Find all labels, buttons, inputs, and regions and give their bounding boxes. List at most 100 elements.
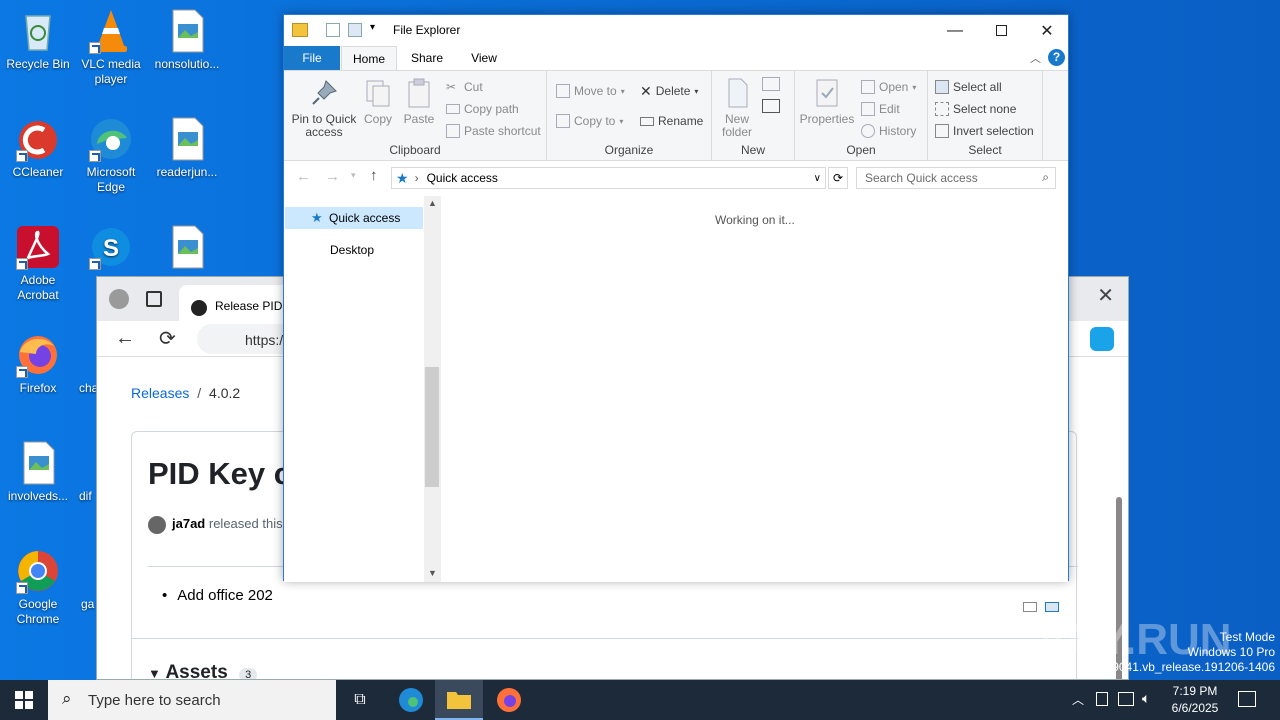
breadcrumb-version: 4.0.2 (209, 385, 241, 401)
start-button[interactable] (0, 680, 48, 720)
copy-button[interactable]: Copy (361, 77, 395, 126)
tab-actions-icon[interactable] (146, 291, 162, 307)
paste-button[interactable]: Paste (401, 77, 437, 126)
edge-desktop-icon[interactable]: Microsoft Edge (73, 116, 149, 195)
releases-link[interactable]: Releases (131, 385, 189, 401)
volume-icon[interactable]: 🔈︎ (1142, 690, 1150, 707)
explorer-folder-icon (292, 23, 308, 37)
tab-home[interactable]: Home (341, 46, 397, 70)
assets-header[interactable]: ▼ Assets 3 (148, 662, 258, 679)
notifications-icon[interactable] (1238, 691, 1256, 707)
address-dropdown-icon[interactable]: ∨ (814, 173, 821, 184)
maximize-button[interactable] (978, 15, 1024, 46)
nav-scrollbar[interactable]: ▲ ▼ (424, 196, 441, 582)
tab-file[interactable]: File (284, 46, 340, 70)
move-to-button[interactable]: Move to ▾ (556, 81, 625, 101)
ccleaner-desktop-icon[interactable]: CCleaner (0, 116, 76, 180)
scroll-down-icon[interactable]: ▼ (428, 568, 437, 578)
close-button[interactable]: ✕ (1024, 15, 1070, 46)
delete-x-icon: ✕ (640, 82, 652, 99)
copy-path-button[interactable]: Copy path (446, 99, 519, 119)
involveds-desktop-icon[interactable]: involveds... (0, 440, 76, 504)
move-to-label: Move to (574, 84, 617, 98)
help-icon[interactable]: ? (1048, 49, 1065, 66)
nav-item-desktop[interactable]: Desktop (285, 239, 423, 261)
tab-view[interactable]: View (458, 46, 510, 70)
select-none-label: Select none (953, 102, 1017, 116)
up-arrow-icon[interactable]: ↑ (370, 167, 378, 184)
readerjun-desktop-icon[interactable]: readerjun... (149, 116, 225, 180)
network-icon[interactable] (1118, 692, 1134, 706)
file-explorer-window[interactable]: ▾ File Explorer — ✕ File Home Share View… (283, 14, 1070, 612)
new-item-icon[interactable] (762, 77, 780, 91)
tab-share[interactable]: Share (401, 46, 453, 70)
device-icon[interactable] (1096, 692, 1108, 706)
qat-new-folder-icon[interactable] (348, 23, 362, 37)
show-hidden-icons-icon[interactable]: ︿ (1072, 691, 1084, 708)
large-icons-view-icon[interactable] (1045, 602, 1059, 612)
invert-selection-button[interactable]: Invert selection (935, 121, 1034, 141)
qat-dropdown-icon[interactable]: ▾ (370, 22, 375, 33)
taskbar-edge-icon[interactable] (387, 680, 435, 720)
select-none-button[interactable]: Select none (935, 99, 1016, 119)
select-all-button[interactable]: Select all (935, 77, 1002, 97)
scroll-up-icon[interactable]: ▲ (428, 198, 437, 208)
recycle-bin-desktop-icon[interactable]: Recycle Bin (0, 8, 76, 72)
taskbar-search[interactable]: ⌕ Type here to search (48, 680, 336, 720)
new-folder-button[interactable]: New folder (716, 77, 758, 139)
delete-button[interactable]: ✕ Delete ▾ (640, 81, 698, 101)
taskbar-file-explorer-icon[interactable] (435, 680, 483, 720)
test-mode-text: Test Mode (1219, 630, 1275, 644)
quick-access-star-icon: ★ (311, 210, 323, 225)
history-button[interactable]: History (861, 121, 916, 141)
profile-avatar-icon[interactable] (109, 289, 129, 309)
forward-arrow-icon[interactable]: → (325, 168, 340, 185)
acrobat-desktop-icon[interactable]: Adobe Acrobat (0, 224, 76, 303)
copilot-icon[interactable] (1090, 327, 1114, 351)
cut-button[interactable]: ✂ Cut (446, 77, 483, 97)
chrome-desktop-icon[interactable]: Google Chrome (0, 548, 76, 627)
task-view-icon[interactable]: ⧉ (336, 680, 384, 720)
collapse-ribbon-icon[interactable]: ︿ (1030, 50, 1041, 66)
back-icon[interactable]: ← (115, 327, 135, 350)
desktop-icon-label: Adobe Acrobat (17, 273, 59, 302)
nonsolutio-desktop-icon[interactable]: nonsolutio... (149, 8, 225, 72)
copy-to-button[interactable]: Copy to ▾ (556, 111, 623, 131)
properties-button[interactable]: Properties (799, 77, 855, 126)
url-text: https:/ (245, 332, 284, 348)
vlc-desktop-icon[interactable]: VLC media player (73, 8, 149, 87)
address-bar[interactable]: ★ › Quick access ∨ (391, 167, 826, 189)
clock[interactable]: 7:19 PM 6/6/2025 (1160, 683, 1230, 717)
nav-quick-access-label: Quick access (329, 211, 401, 225)
nav-item-quick-access[interactable]: ★ Quick access (285, 207, 423, 229)
easy-access-icon[interactable] (762, 99, 780, 113)
delete-label: Delete (655, 84, 691, 98)
back-arrow-icon[interactable]: ← (296, 168, 311, 185)
browser-close-icon[interactable]: ✕ (1097, 283, 1114, 308)
nav-scroll-thumb[interactable] (425, 367, 439, 487)
pin-quick-access-button[interactable]: Pin to Quick access (289, 77, 359, 139)
history-label: History (879, 124, 917, 138)
search-box[interactable]: Search Quick access ⌕ (856, 167, 1056, 189)
edit-button[interactable]: Edit (861, 99, 900, 119)
content-pane[interactable]: Working on it... (441, 196, 1068, 612)
firefox-desktop-icon[interactable]: Firefox (0, 332, 76, 396)
image-desktop-icon[interactable] (149, 224, 225, 273)
skype-desktop-icon[interactable]: S (73, 224, 149, 273)
qat-properties-icon[interactable] (326, 23, 340, 37)
refresh-icon[interactable]: ⟳ (159, 326, 176, 351)
select-all-label: Select all (953, 80, 1002, 94)
paste-shortcut-button[interactable]: Paste shortcut (446, 121, 541, 141)
ccleaner-icon (14, 116, 62, 162)
taskbar-firefox-icon[interactable] (485, 680, 533, 720)
breadcrumb-chevron-icon: › (414, 171, 419, 185)
details-view-icon[interactable] (1023, 602, 1037, 612)
minimize-button[interactable]: — (932, 15, 978, 46)
refresh-icon[interactable]: ⟳ (828, 167, 848, 189)
recent-locations-icon[interactable]: ▾ (351, 170, 356, 181)
paste-shortcut-icon (446, 124, 460, 138)
author-link[interactable]: ja7ad (172, 516, 205, 531)
open-button[interactable]: Open ▾ (861, 77, 916, 97)
rename-button[interactable]: Rename (640, 111, 703, 131)
new-folder-label: New folder (721, 112, 753, 139)
